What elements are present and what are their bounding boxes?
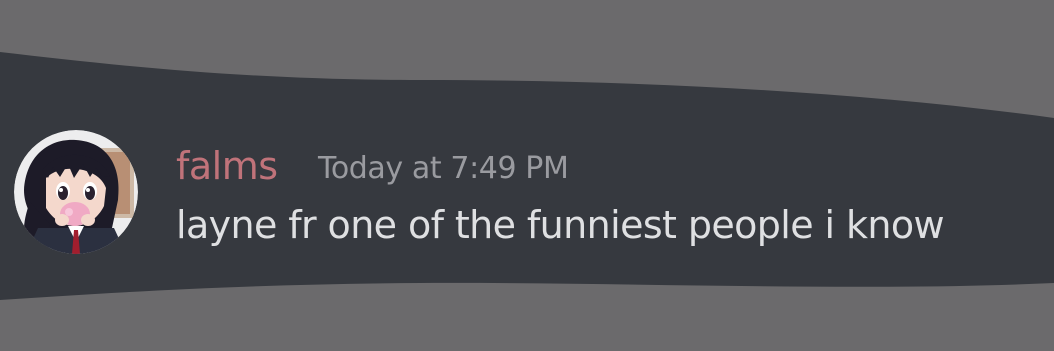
- screenshot-stage: falms Today at 7:49 PM layne fr one of t…: [0, 0, 1054, 351]
- chat-message[interactable]: falms Today at 7:49 PM layne fr one of t…: [0, 0, 1054, 351]
- message-username[interactable]: falms: [176, 142, 278, 190]
- message-content: layne fr one of the funniest people i kn…: [176, 203, 945, 247]
- message-timestamp[interactable]: Today at 7:49 PM: [318, 150, 569, 188]
- user-avatar[interactable]: [14, 130, 138, 254]
- anime-girl-avatar-icon: [14, 130, 138, 254]
